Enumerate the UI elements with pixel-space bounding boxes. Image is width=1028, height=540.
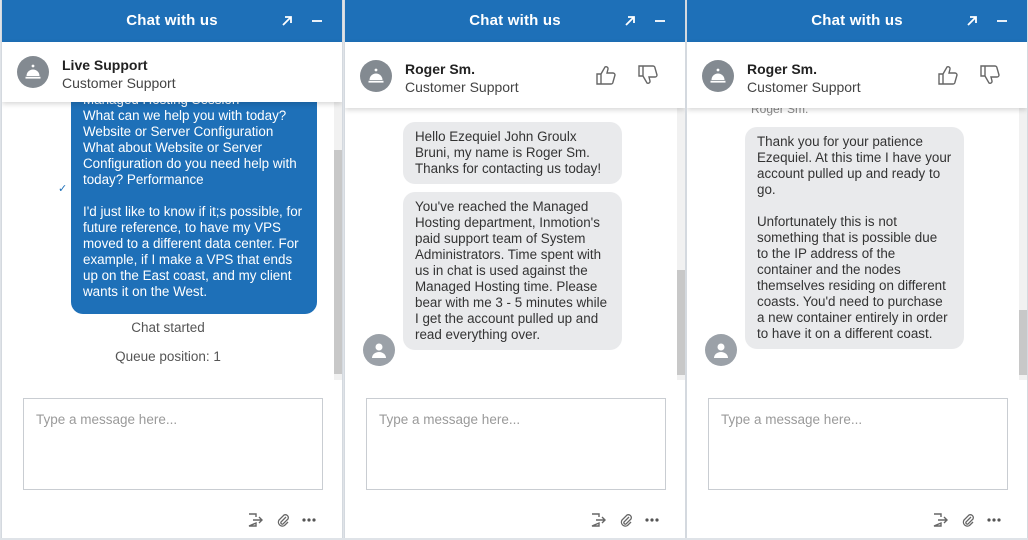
agent-name: Live Support [62, 57, 148, 73]
agent-message: Thank you for your patience Ezequiel. At… [745, 127, 964, 349]
ellipsis-icon[interactable] [986, 512, 1002, 528]
agent-role: Customer Support [405, 79, 519, 95]
message-input[interactable] [24, 399, 322, 489]
agent-name: Roger Sm. [405, 61, 476, 77]
message-composer [708, 398, 1008, 490]
minimize-icon[interactable] [308, 12, 326, 30]
message-list-scrollbar[interactable] [677, 102, 685, 380]
thumbs-up-icon[interactable] [937, 64, 959, 86]
message-list[interactable]: Roger Sm. Thank you for your patience Ez… [687, 102, 1027, 380]
avatar [360, 60, 392, 92]
ellipsis-icon[interactable] [301, 512, 317, 528]
scrollbar-thumb[interactable] [1019, 310, 1027, 375]
service-bell-icon [368, 68, 384, 83]
agent-role: Customer Support [747, 79, 861, 95]
paperclip-icon[interactable] [960, 512, 976, 528]
scrollbar-thumb[interactable] [677, 270, 685, 375]
message-list[interactable]: Hello Ezequiel John Groulx Bruni, my nam… [345, 102, 685, 380]
exit-chat-icon[interactable] [590, 512, 606, 528]
queue-position-notice: Queue position: 1 [115, 349, 221, 364]
avatar [702, 60, 734, 92]
service-bell-icon [710, 68, 726, 83]
message-list[interactable]: Managed Hosting Session What can we help… [2, 102, 342, 380]
expand-arrow-icon[interactable] [621, 12, 639, 30]
agent-info-bar: Roger Sm. Customer Support [345, 42, 685, 108]
agent-message: Hello Ezequiel John Groulx Bruni, my nam… [403, 122, 622, 184]
agent-info-bar: Live Support Customer Support [2, 42, 342, 102]
exit-chat-icon[interactable] [247, 512, 263, 528]
chat-header: Chat with us [345, 0, 685, 42]
agent-avatar [363, 334, 395, 366]
chat-widget-live-support: Chat with us Live Support Customer Suppo… [1, 0, 343, 538]
ellipsis-icon[interactable] [644, 512, 660, 528]
expand-arrow-icon[interactable] [278, 12, 296, 30]
message-composer [23, 398, 323, 490]
paperclip-icon[interactable] [618, 512, 634, 528]
message-list-scrollbar[interactable] [1019, 102, 1027, 380]
agent-avatar [705, 334, 737, 366]
user-message: Managed Hosting Session What can we help… [71, 102, 317, 314]
thumbs-down-icon[interactable] [979, 64, 1001, 86]
service-bell-icon [25, 64, 41, 79]
chat-started-notice: Chat started [131, 320, 205, 335]
agent-info-bar: Roger Sm. Customer Support [687, 42, 1027, 108]
user-silhouette-icon [714, 343, 728, 358]
thumbs-up-icon[interactable] [595, 64, 617, 86]
message-list-scrollbar[interactable] [334, 102, 342, 380]
expand-arrow-icon[interactable] [963, 12, 981, 30]
delivered-check-icon: ✓ [58, 183, 68, 195]
user-silhouette-icon [372, 343, 386, 358]
scrollbar-thumb[interactable] [334, 150, 342, 374]
exit-chat-icon[interactable] [932, 512, 948, 528]
agent-role: Customer Support [62, 75, 176, 91]
agent-message: You've reached the Managed Hosting depar… [403, 192, 622, 350]
avatar [17, 56, 49, 88]
paperclip-icon[interactable] [275, 512, 291, 528]
thumbs-down-icon[interactable] [637, 64, 659, 86]
minimize-icon[interactable] [651, 12, 669, 30]
chat-header: Chat with us [2, 0, 342, 42]
chat-header: Chat with us [687, 0, 1027, 42]
message-composer [366, 398, 666, 490]
message-input[interactable] [709, 399, 1007, 489]
chat-widget-roger-reply: Chat with us Roger Sm. Customer Support … [686, 0, 1028, 538]
minimize-icon[interactable] [993, 12, 1011, 30]
message-input[interactable] [367, 399, 665, 489]
chat-widget-roger: Chat with us Roger Sm. Customer Support … [344, 0, 686, 538]
agent-name: Roger Sm. [747, 61, 818, 77]
